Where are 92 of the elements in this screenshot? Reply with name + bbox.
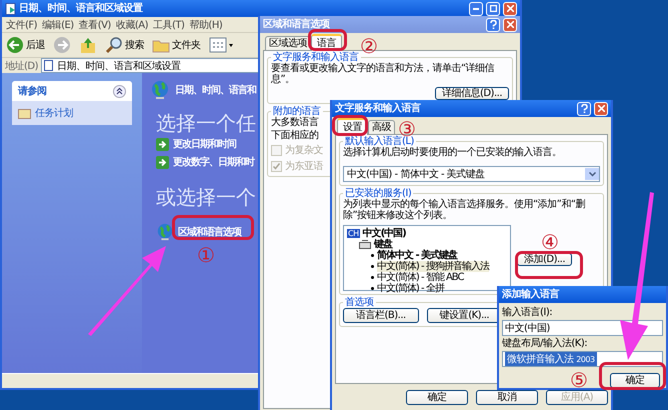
back-button[interactable]: 后退 [6, 36, 45, 54]
task-link[interactable]: 更改日期和时间 [173, 137, 236, 151]
menu-item[interactable]: 编辑(E) [42, 18, 74, 32]
menu-item[interactable]: 帮助(H) [189, 18, 222, 32]
window-title: 日期、时间、语言和区域设置 [19, 2, 144, 14]
highlight-outline [515, 251, 583, 279]
layout-field[interactable]: 微软拼音输入法 2003 [502, 351, 663, 367]
views-icon[interactable] [208, 37, 234, 53]
highlight-outline [332, 115, 368, 136]
search-button[interactable]: 搜索 [105, 36, 144, 54]
folders-button[interactable]: 文件夹 [152, 37, 200, 53]
page-icon [5, 2, 16, 14]
dialog-title: 区域和语言选项 [263, 18, 331, 30]
close-icon [598, 105, 604, 112]
maximize-button[interactable] [486, 2, 500, 16]
dialog-button[interactable]: 确定 [406, 390, 468, 405]
highlight-outline [599, 362, 666, 390]
language-dropdown[interactable]: 中文(中国) - 简体中文 - 美式键盘 [343, 166, 600, 182]
globe-icon [156, 223, 174, 241]
bullet-icon [371, 265, 374, 268]
calendar-icon [18, 107, 31, 119]
add-button[interactable]: 添加(D)... [517, 253, 572, 266]
dialog-button[interactable]: 取消 [476, 390, 538, 405]
tab[interactable]: 区域选项 [265, 36, 311, 50]
address-label: 地址(D) [5, 60, 38, 72]
list-item[interactable]: 简体中文 - 美式键盘 [377, 250, 458, 261]
details-button[interactable]: 详细信息(D)... [434, 87, 509, 100]
group-title: 首选项 [344, 297, 374, 308]
dialog-title: 添加输入语言 [502, 288, 560, 300]
language-badge: CH [347, 229, 360, 238]
task-link[interactable]: 任务计划 [35, 106, 73, 120]
heading: 或选择一个 [156, 185, 256, 209]
search-icon [105, 36, 123, 54]
control-panel-link[interactable]: 区域和语言选项 [178, 225, 241, 239]
description-text: 大多数语言 [271, 117, 318, 128]
close-button[interactable] [594, 102, 608, 116]
arrow-icon [156, 138, 169, 150]
collapse-icon[interactable] [113, 84, 126, 98]
menu-item[interactable]: 工具(T) [153, 18, 184, 32]
step-number: ② [360, 36, 378, 56]
field-label: 键盘布局/输入法(K): [502, 338, 588, 349]
question-mark-icon [580, 104, 588, 113]
preference-button[interactable]: 语言栏(B)... [343, 308, 419, 323]
group-title: 已安装的服务(I) [345, 188, 412, 199]
highlight-outline [308, 29, 347, 51]
tab[interactable]: 高级 [368, 120, 395, 134]
description-text: 为列表中显示的每个输入语言选择服务。使用“添加”和“删除”按钮来修改这个列表。 [343, 199, 586, 221]
close-icon [506, 21, 514, 28]
checkmark-icon [273, 162, 280, 170]
ok-button[interactable]: 确定 [610, 373, 660, 388]
bullet-icon [371, 254, 374, 257]
group-title: 附加的语言 [273, 106, 322, 117]
keyboard-icon [359, 240, 371, 249]
question-mark-icon [490, 20, 496, 29]
list-item[interactable]: 中文(简体) - 搜狗拼音输入法 [377, 261, 489, 272]
selected-layout: 微软拼音输入法 2003 [505, 352, 597, 366]
globe-icon [150, 80, 170, 100]
up-folder-icon[interactable] [79, 36, 97, 54]
step-number: ⑤ [570, 370, 588, 390]
group-title: 默认输入语言(L) [345, 136, 414, 147]
heading: 选择一个任 [156, 111, 256, 135]
bullet-icon [371, 287, 374, 290]
checkbox-label: 为东亚语 [285, 160, 323, 173]
bullet-icon [371, 276, 374, 279]
list-item[interactable]: 中文(简体) - 全拼 [377, 283, 444, 294]
panel-title: 请参阅 [18, 84, 46, 98]
step-number: ① [197, 245, 214, 265]
help-button[interactable] [577, 102, 591, 116]
maximize-icon [490, 5, 496, 12]
description-text: 下面相应的 [271, 130, 318, 141]
field-label: 输入语言(I): [502, 307, 554, 318]
page-icon [44, 60, 54, 71]
arrow-icon [156, 156, 169, 168]
menu-item[interactable]: 查看(V) [78, 18, 111, 32]
step-number: ④ [541, 232, 558, 252]
menu-item[interactable]: 文件(F) [6, 18, 38, 32]
menu-item[interactable]: 收藏(A) [116, 18, 148, 32]
minimize-button[interactable] [469, 2, 483, 16]
task-link[interactable]: 更改数字、日期和时 [173, 155, 254, 169]
close-button[interactable] [503, 18, 517, 32]
list-item[interactable]: 中文(中国) [362, 228, 406, 239]
section-header: 日期、时间、语言和 [175, 83, 256, 97]
chevron-down-icon [588, 172, 596, 176]
list-item[interactable]: 中文(简体) - 智能 ABC [377, 272, 464, 283]
close-icon [506, 5, 514, 12]
close-button[interactable] [503, 2, 517, 16]
help-button[interactable] [486, 18, 500, 32]
description-text: 选择计算机启动时要使用的一个已安装的输入语言。 [343, 147, 562, 158]
dialog-title: 文字服务和输入语言 [335, 102, 422, 114]
checkbox-label: 为复杂文 [285, 144, 323, 157]
list-item[interactable]: 键盘 [374, 239, 392, 250]
minimize-icon [473, 8, 479, 10]
